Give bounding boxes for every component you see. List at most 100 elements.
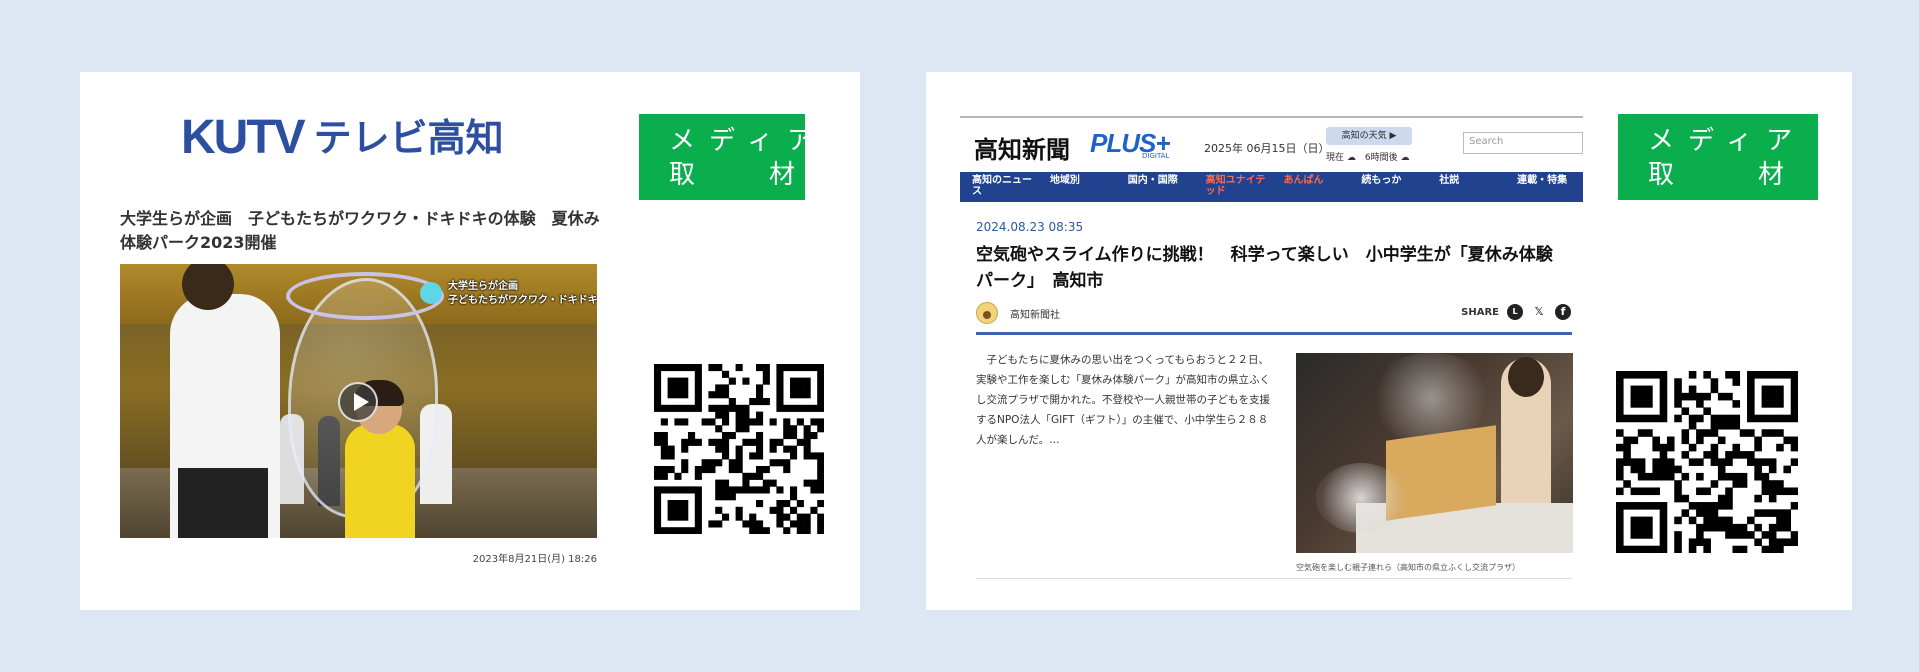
qr-module [708,466,716,474]
play-icon[interactable] [338,382,378,422]
qr-module [1717,516,1726,525]
line-share-icon[interactable]: L [1507,304,1523,320]
qr-module [1754,371,1762,379]
qr-module [817,418,824,426]
qr-module [790,493,798,501]
qr-module [749,418,757,426]
qr-module [1674,516,1682,525]
qr-module [803,384,811,392]
qr-module [654,438,662,446]
qr-module [756,438,764,446]
qr-module [660,364,668,372]
article-title[interactable]: 空気砲やスライム作りに挑戦！ 科学って楽しい 小中学生が「夏休み体験パーク」 高… [976,242,1566,294]
qr-module [1725,494,1733,503]
qr-module [810,364,818,372]
qr-module [660,472,668,480]
search-input[interactable]: Search [1463,132,1583,154]
qr-module [735,445,743,453]
qr-module [1761,480,1770,488]
qr-module [1710,429,1719,437]
newspaper-logo[interactable]: 高知新聞 [974,130,1070,165]
qr-module [701,418,709,426]
news-video-player[interactable]: 大学生らが企画子どもたちがワクワク・ドキドキの体験 [120,264,597,538]
facebook-share-icon[interactable]: f [1555,304,1571,320]
qr-module [756,452,764,460]
nav-item-anpan[interactable]: あんぱん [1272,172,1350,202]
qr-module [1768,545,1777,553]
article-photo[interactable] [1296,353,1573,553]
nav-item-kochi-united[interactable]: 高知ユナイテッド [1194,172,1272,202]
qr-module [1652,545,1660,553]
qr-module [1616,531,1624,539]
qr-module [735,411,743,419]
qr-module [1783,516,1792,525]
kutv-article-title[interactable]: 大学生らが企画 子どもたちがワクワク・ドキドキの体験 夏休み体験パーク2023開… [120,207,600,255]
x-share-icon[interactable]: 𝕏 [1531,304,1547,320]
qr-module [1725,523,1733,532]
qr-module [742,425,750,433]
qr-module [1681,494,1690,503]
qr-module [1776,429,1784,437]
qr-module [756,398,764,406]
qr-module [1710,480,1719,488]
qr-module [1659,531,1668,539]
qr-module [1710,443,1719,452]
qr-module [1674,400,1682,408]
qr-module [1790,487,1798,496]
qr-module [1703,451,1711,459]
kutv-article-date: 2023年8月21日(月) 18:26 [472,554,597,565]
qr-module [1616,429,1624,437]
qr-module [1681,451,1690,459]
nav-item-editorial[interactable]: 社説 [1427,172,1505,202]
qr-module [1776,523,1784,532]
qr-module [1630,516,1639,525]
qr-module [660,432,668,440]
qr-module [715,411,723,419]
qr-module [722,493,730,501]
newspaper-logo-digital: DIGITAL [1142,152,1170,160]
nav-item-region[interactable]: 地域別 [1038,172,1116,202]
qr-module [1630,392,1639,401]
qr-module [803,425,811,433]
qr-module [1696,392,1704,401]
share-bar: SHARE L 𝕏 f [1461,304,1571,320]
qr-module [810,404,818,412]
qr-module [749,527,757,534]
nav-item-series[interactable]: 連載・特集 [1505,172,1583,202]
qr-module [1717,472,1726,481]
qr-module [660,404,668,412]
qr-module [810,479,818,487]
qr-module [756,364,764,372]
qr-module [1761,429,1770,437]
nav-item-mokka[interactable]: 続もっか [1349,172,1427,202]
qr-module [660,445,668,453]
nav-item-national[interactable]: 国内・国際 [1116,172,1194,202]
article-divider [976,332,1572,335]
qr-module [735,452,743,460]
qr-module [654,513,662,521]
qr-module [1630,400,1639,408]
nav-item-kochi-news[interactable]: 高知のニュース [960,172,1038,202]
qr-module [715,493,723,501]
qr-module [667,445,675,453]
video-student [170,294,280,538]
qr-module [735,466,743,474]
weather-button[interactable]: 高知の天気 ▶ [1326,127,1412,145]
qr-module [1659,516,1668,525]
media-coverage-badge: メディア 取材 [1618,114,1818,200]
qr-module [742,404,750,412]
qr-module [654,384,662,392]
qr-module [769,445,777,453]
badge-line2-left: 取 [669,160,696,190]
qr-module [1688,421,1697,430]
qr-module [1637,531,1646,539]
qr-module [681,391,689,399]
qr-module [1790,531,1798,539]
qr-module [1790,414,1798,423]
qr-module [1616,516,1624,525]
qr-module [1703,523,1711,532]
qr-module [1739,429,1748,437]
qr-module [756,466,764,474]
qr-module [667,486,675,494]
qr-module [1616,443,1624,452]
